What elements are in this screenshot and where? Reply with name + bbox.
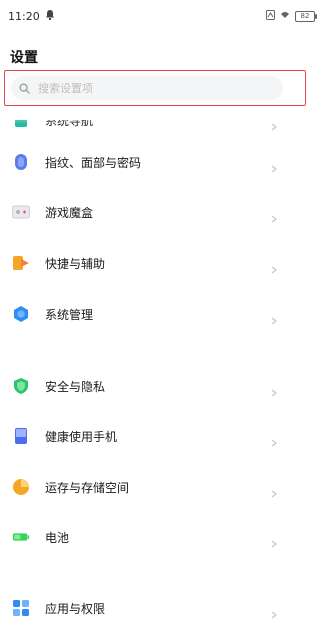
apps-icon: [12, 599, 30, 617]
fingerprint-icon: [12, 153, 30, 171]
storage-pie-icon: [12, 478, 30, 496]
chevron-right-icon: [270, 604, 278, 619]
item-label: 应用与权限: [45, 601, 106, 616]
list-item[interactable]: 安全与隐私: [0, 364, 323, 408]
system-management-icon: [12, 305, 30, 323]
item-label: 快捷与辅助: [45, 256, 106, 271]
list-item[interactable]: 游戏魔盒: [0, 190, 323, 234]
shortcut-icon: [12, 254, 30, 272]
settings-list: 系统导航 指纹、面部与密码 游戏魔盒: [0, 0, 323, 629]
item-label: 安全与隐私: [45, 379, 106, 394]
chevron-right-icon: [270, 208, 278, 223]
list-item[interactable]: 指纹、面部与密码: [0, 140, 323, 184]
phone-health-icon: [12, 427, 30, 445]
list-item[interactable]: 应用与权限: [0, 586, 323, 630]
item-label: 健康使用手机: [45, 429, 118, 444]
list-item[interactable]: 系统管理: [0, 292, 323, 336]
chevron-right-icon: [270, 310, 278, 325]
item-label: 游戏魔盒: [45, 205, 94, 220]
item-label: 指纹、面部与密码: [45, 155, 142, 170]
list-item[interactable]: 电池: [0, 515, 323, 559]
item-label: 电池: [45, 530, 70, 545]
list-fade: [0, 106, 323, 124]
chevron-right-icon: [270, 533, 278, 548]
chevron-right-icon: [270, 382, 278, 397]
chevron-right-icon: [270, 483, 278, 498]
item-label: 系统管理: [45, 307, 94, 322]
chevron-right-icon: [270, 158, 278, 173]
battery-icon: [12, 528, 30, 546]
chevron-right-icon: [270, 432, 278, 447]
list-item[interactable]: 运存与存储空间: [0, 465, 323, 509]
shield-icon: [12, 377, 30, 395]
list-item[interactable]: 健康使用手机: [0, 414, 323, 458]
list-item[interactable]: 快捷与辅助: [0, 241, 323, 285]
chevron-right-icon: [270, 259, 278, 274]
game-box-icon: [12, 203, 30, 221]
item-label: 运存与存储空间: [45, 480, 130, 495]
